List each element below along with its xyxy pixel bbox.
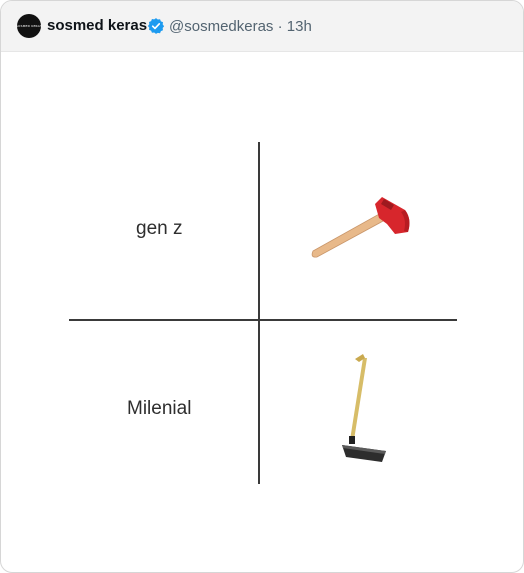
meme-image[interactable]: gen z Milenial: [1, 52, 523, 572]
top-label: gen z: [136, 218, 183, 239]
timestamp: 13h: [286, 18, 312, 35]
separator: ·: [277, 18, 283, 35]
tweet-card[interactable]: SOSMED KERAS sosmed keras @sosmedkeras ·…: [0, 0, 524, 573]
axe-icon: [311, 197, 410, 258]
author-name[interactable]: sosmed keras: [47, 17, 147, 34]
avatar[interactable]: SOSMED KERAS: [15, 14, 43, 38]
hoe-icon: [342, 354, 386, 462]
bottom-label: Milenial: [127, 398, 192, 419]
quadrant-grid: [69, 142, 457, 484]
handle-and-time[interactable]: @sosmedkeras · 13h: [169, 18, 312, 35]
avatar-text: SOSMED KERAS: [15, 24, 43, 28]
author-handle: @sosmedkeras: [169, 18, 274, 35]
tweet-header: SOSMED KERAS sosmed keras @sosmedkeras ·…: [1, 1, 523, 52]
verified-badge-icon: [147, 18, 165, 34]
